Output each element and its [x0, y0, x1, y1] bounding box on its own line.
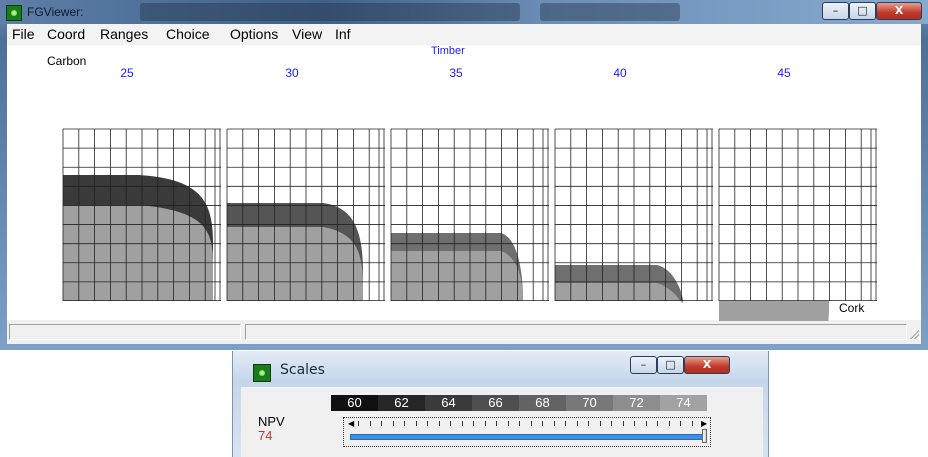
slider-tick — [392, 421, 394, 426]
slider-tick — [519, 421, 520, 426]
slider-tick — [496, 421, 497, 426]
panel-svg — [390, 128, 549, 301]
menu-choice[interactable]: Choice — [166, 26, 210, 42]
slider-tick — [484, 421, 486, 426]
scale-legend-cell: 70 — [566, 395, 613, 411]
panel-svg — [62, 128, 221, 301]
app-icon — [253, 364, 271, 382]
main-title-bar[interactable]: FGViewer: – □ X — [0, 0, 928, 24]
slider-tick — [507, 421, 509, 426]
slider-tick — [461, 421, 463, 426]
scale-legend-cell: 66 — [472, 395, 519, 411]
slider-tick — [599, 421, 601, 426]
main-window: FGViewer: – □ X File Coord Ranges Choice… — [0, 0, 928, 350]
maximize-button[interactable]: □ — [849, 2, 876, 20]
slider-tick — [404, 421, 405, 426]
slider-tick — [553, 421, 555, 426]
slider-tick — [427, 421, 428, 426]
npv-value: 74 — [258, 428, 273, 443]
close-button[interactable]: X — [684, 356, 730, 374]
menu-options[interactable]: Options — [230, 26, 278, 42]
chart-panel — [226, 128, 385, 301]
resize-grip[interactable] — [909, 329, 919, 339]
slider-tick — [691, 421, 693, 426]
main-client-area: File Coord Ranges Choice Options View In… — [7, 24, 921, 344]
maximize-button[interactable]: □ — [657, 356, 684, 374]
slider-tick — [542, 421, 543, 426]
chart-panel — [62, 128, 221, 301]
scale-legend-cell: 62 — [378, 395, 425, 411]
facet-label: 30 — [285, 66, 299, 80]
facet-label: 40 — [613, 66, 627, 80]
menu-bar: File Coord Ranges Choice Options View In… — [7, 24, 921, 44]
menu-ranges[interactable]: Ranges — [100, 26, 148, 42]
slider-tick — [680, 421, 681, 426]
chart-area-fill — [227, 227, 363, 301]
app-icon — [6, 5, 22, 21]
chart-area-fill — [391, 251, 523, 301]
x-axis-label: Cork — [839, 301, 865, 315]
menu-view[interactable]: View — [292, 26, 322, 42]
chart-area: Carbon Timber 25 30 35 40 45 Cork — [7, 45, 921, 334]
scale-legend-cell: 74 — [660, 395, 707, 411]
scales-window-title: Scales — [280, 362, 325, 378]
scales-window: Scales – □ X 60 62 64 66 68 70 72 74 NPV… — [232, 351, 769, 457]
chart-area-fill — [555, 283, 683, 303]
slider-tick — [588, 421, 589, 426]
chart-area-fill — [63, 205, 213, 301]
slider-tick — [657, 421, 658, 426]
chart-panel — [390, 128, 549, 301]
slider-track[interactable] — [350, 434, 704, 440]
slider-tick — [450, 421, 451, 426]
npv-label: NPV — [258, 414, 285, 429]
scales-client-area: 60 62 64 66 68 70 72 74 NPV 74 ◀ ▶ — [241, 387, 763, 457]
facet-title: Timber — [431, 45, 465, 57]
slider-tick — [634, 421, 635, 426]
scale-legend-cell: 68 — [519, 395, 566, 411]
scale-legend-cell: 64 — [425, 395, 472, 411]
slider-right-arrow-icon: ▶ — [701, 419, 708, 428]
status-pane — [245, 324, 907, 340]
title-bar-background — [540, 3, 680, 21]
slider-tick — [438, 421, 440, 426]
slider-tick — [668, 421, 670, 426]
scale-legend-cell: 60 — [331, 395, 378, 411]
slider-tick — [622, 421, 624, 426]
slider-left-arrow-icon: ◀ — [348, 419, 355, 428]
status-bar — [7, 321, 921, 341]
minimize-button[interactable]: – — [630, 356, 657, 374]
slider-tick — [645, 421, 647, 426]
slider-tick — [369, 421, 371, 426]
slider-tick — [473, 421, 474, 426]
panel-svg — [226, 128, 385, 301]
slider-tick — [576, 421, 578, 426]
menu-file[interactable]: File — [12, 26, 35, 42]
slider-thumb[interactable] — [702, 429, 707, 443]
menu-inf[interactable]: Inf — [335, 26, 351, 42]
chart-panel — [718, 128, 877, 334]
npv-slider[interactable]: ◀ ▶ — [343, 417, 711, 447]
panel-svg — [554, 128, 713, 303]
scales-title-bar[interactable]: Scales – □ X — [233, 351, 768, 387]
slider-tick — [530, 421, 532, 426]
slider-tick — [415, 421, 417, 426]
slider-tick — [381, 421, 382, 426]
slider-tick — [358, 421, 359, 426]
close-button[interactable]: X — [876, 2, 922, 20]
slider-tick — [565, 421, 566, 426]
window-title: FGViewer: — [27, 5, 84, 19]
facet-label: 25 — [120, 66, 134, 80]
menu-coord[interactable]: Coord — [47, 26, 85, 42]
chart-panel — [554, 128, 713, 303]
title-bar-background — [140, 3, 520, 21]
status-pane — [9, 324, 241, 340]
slider-tick — [611, 421, 612, 426]
y-axis-label: Carbon — [47, 54, 87, 68]
facet-label: 45 — [777, 66, 791, 80]
panel-svg — [718, 128, 877, 334]
facet-label: 35 — [449, 66, 463, 80]
minimize-button[interactable]: – — [822, 2, 849, 20]
scale-legend-cell: 72 — [613, 395, 660, 411]
